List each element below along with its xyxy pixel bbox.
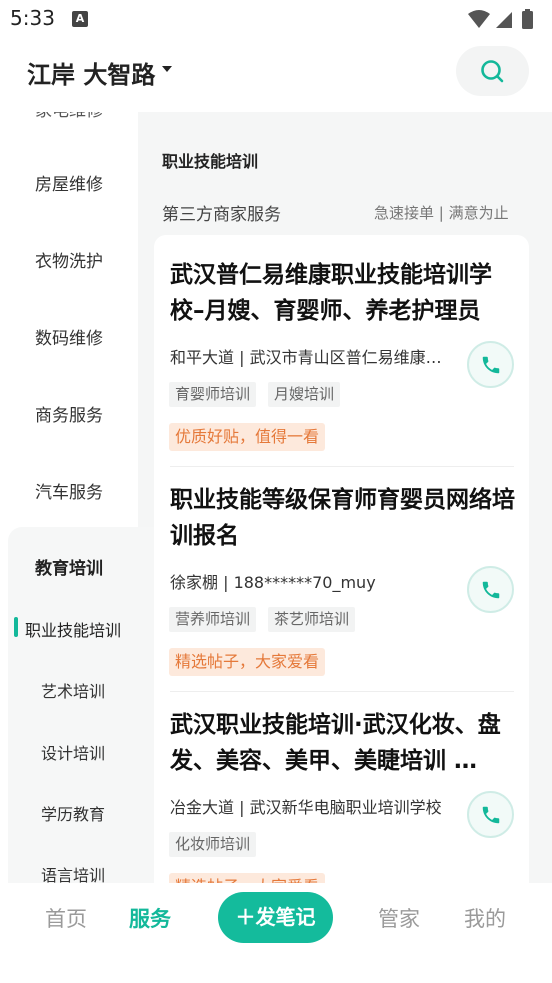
divider	[170, 691, 514, 692]
tab-service[interactable]: 服务	[129, 903, 171, 933]
phone-icon	[482, 806, 500, 824]
tab-home[interactable]: 首页	[45, 903, 87, 933]
section-title: 职业技能培训	[162, 152, 259, 171]
post-note-label: 发笔记	[255, 905, 316, 929]
post-title[interactable]: 武汉普仁易维康职业技能培训学校–月嫂、育婴师、养老护理员	[170, 257, 522, 329]
plus-icon: ＋	[235, 905, 256, 929]
post-tag: 茶艺师培训	[268, 607, 356, 632]
post-info: 徐家棚 | 188******70_muy	[170, 573, 376, 592]
provider-label: 第三方商家服务	[162, 205, 281, 225]
sub-item-design[interactable]: 设计培训	[8, 740, 138, 764]
phone-icon	[482, 356, 500, 374]
sub-item-vocational[interactable]: 职业技能培训	[14, 617, 132, 641]
post-tag: 育婴师培训	[169, 382, 257, 407]
post-tag: 化妆师培训	[169, 832, 257, 857]
promo-badge: 优质好贴，值得一看	[169, 423, 326, 451]
post-info: 冶金大道 | 武汉新华电脑职业培训学校	[170, 798, 442, 817]
call-button[interactable]	[467, 341, 514, 388]
sidebar-item-education[interactable]: 教育培训	[0, 554, 138, 579]
post-tag: 营养师培训	[169, 607, 257, 632]
tab-manage[interactable]: 管家	[378, 903, 420, 933]
sidebar-item-cut[interactable]: 家电维修	[0, 112, 138, 121]
post-tag: 月嫂培训	[268, 382, 341, 407]
education-subcategory-panel	[8, 527, 154, 883]
search-icon	[481, 60, 504, 83]
sidebar-item-business[interactable]: 商务服务	[0, 401, 138, 426]
promo-badge: 精选帖子，大家爱看	[169, 648, 326, 676]
notification-icon: A	[72, 11, 88, 27]
status-time: 5:33	[10, 6, 55, 30]
sidebar-item-car[interactable]: 汽车服务	[0, 478, 138, 503]
provider-slogan: 急速接单 | 满意为止	[374, 204, 509, 222]
caret-down-icon[interactable]	[162, 66, 172, 72]
call-button[interactable]	[467, 791, 514, 838]
sub-item-art[interactable]: 艺术培训	[8, 678, 138, 702]
sub-item-academic[interactable]: 学历教育	[8, 801, 138, 825]
divider	[170, 466, 514, 467]
sidebar-item-laundry[interactable]: 衣物洗护	[0, 247, 138, 272]
city-selector[interactable]: 江岸 大智路	[27, 55, 155, 90]
call-button[interactable]	[467, 566, 514, 613]
post-title[interactable]: 职业技能等级保育师育婴员网络培训报名	[170, 482, 522, 554]
signal-wifi-battery-icon	[468, 9, 533, 29]
post-note-button[interactable]: ＋发笔记	[218, 892, 333, 943]
phone-icon	[482, 581, 500, 599]
post-title[interactable]: 武汉职业技能培训·武汉化妆、盘发、美容、美甲、美睫培训 …	[170, 707, 522, 779]
tab-mine[interactable]: 我的	[464, 903, 506, 933]
sidebar-item-house-repair[interactable]: 房屋维修	[0, 170, 138, 195]
search-button[interactable]	[456, 46, 529, 96]
post-info: 和平大道 | 武汉市青山区普仁易维康职业技能培训学校	[170, 348, 456, 367]
sidebar-item-digital-repair[interactable]: 数码维修	[0, 324, 138, 349]
